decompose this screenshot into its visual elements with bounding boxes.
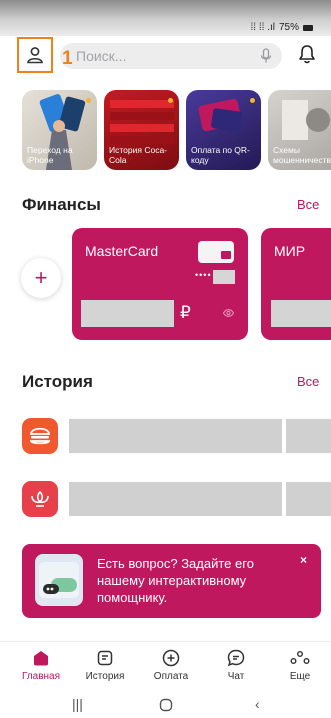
stories-carousel[interactable]: Переход на iPhone История Coca-Cola Опла… xyxy=(22,90,331,170)
story-caption: Схемы мошенничества xyxy=(273,145,331,165)
annotation-number: 1 xyxy=(62,48,73,69)
tab-home[interactable]: Главная xyxy=(11,648,71,682)
burger-icon xyxy=(30,427,50,445)
status-bar: ⁞⁞ ⁞⁞ .ıl 75% xyxy=(0,0,331,36)
card-number-mask: •••• xyxy=(195,270,212,280)
tab-history[interactable]: История xyxy=(75,648,135,682)
card-name: MasterCard xyxy=(85,243,159,259)
history-icon xyxy=(97,650,113,666)
add-card-button[interactable]: + xyxy=(21,258,61,298)
chat-icon xyxy=(227,649,245,667)
system-nav-bar: ||| ‹ xyxy=(0,689,331,718)
story-caption: Оплата по QR-коду xyxy=(191,145,250,165)
tab-label: Главная xyxy=(21,671,61,682)
plus-icon: + xyxy=(34,265,48,290)
finance-all-link[interactable]: Все xyxy=(297,197,319,212)
story-qr-payment[interactable]: Оплата по QR-коду xyxy=(186,90,261,170)
story-fraud-schemes[interactable]: Схемы мошенничества xyxy=(268,90,331,170)
card-name: МИР xyxy=(274,243,306,259)
history-item-amount-hidden xyxy=(286,419,331,453)
merchant-icon xyxy=(22,481,58,517)
tab-label: Еще xyxy=(289,671,311,682)
card-balance-hidden xyxy=(81,300,174,327)
tab-label: Оплата xyxy=(153,671,189,682)
mic-icon[interactable] xyxy=(260,48,272,64)
history-item-details-hidden xyxy=(69,482,282,516)
signal-icon: ⁞⁞ ⁞⁞ .ıl xyxy=(250,22,275,33)
search-input[interactable] xyxy=(76,43,256,69)
new-indicator xyxy=(168,98,173,103)
home-icon xyxy=(34,651,48,666)
story-coca-cola[interactable]: История Coca-Cola xyxy=(104,90,179,170)
banner-text: Есть вопрос? Задайте его нашему интеракт… xyxy=(97,556,254,605)
header: 1 xyxy=(0,36,331,76)
mastercard-card[interactable]: MasterCard •••• ₽ xyxy=(72,228,248,340)
search-bar[interactable] xyxy=(60,43,282,69)
history-row[interactable] xyxy=(22,418,331,454)
eye-icon[interactable] xyxy=(223,309,234,317)
tab-more[interactable]: Еще xyxy=(270,648,330,682)
merchant-icon xyxy=(22,418,58,454)
user-icon xyxy=(27,47,43,64)
tab-label: Чат xyxy=(227,671,245,682)
history-row[interactable] xyxy=(22,481,331,517)
recent-apps-icon[interactable]: ||| xyxy=(72,696,83,712)
history-all-link[interactable]: Все xyxy=(297,374,319,389)
card-chip-icon xyxy=(198,241,234,263)
assistant-image xyxy=(35,554,83,606)
lotus-icon xyxy=(31,490,49,507)
close-icon[interactable]: × xyxy=(300,553,307,567)
finance-title: Финансы xyxy=(22,195,101,214)
more-icon xyxy=(290,651,310,664)
battery-level: 75% xyxy=(278,22,299,33)
mir-card[interactable]: МИР xyxy=(261,228,331,340)
chat-bubble-icon xyxy=(39,562,79,598)
payment-icon xyxy=(162,649,180,667)
tab-label: История xyxy=(85,671,125,682)
battery-icon xyxy=(303,24,313,31)
new-indicator xyxy=(250,98,255,103)
story-caption: История Coca-Cola xyxy=(109,145,167,165)
home-button-icon[interactable] xyxy=(159,698,173,712)
history-title: История xyxy=(22,372,93,391)
bell-icon[interactable] xyxy=(298,44,316,64)
assistant-banner[interactable]: Есть вопрос? Задайте его нашему интеракт… xyxy=(22,544,321,618)
tab-payment[interactable]: Оплата xyxy=(141,648,201,682)
new-indicator xyxy=(86,98,91,103)
tab-chat[interactable]: Чат xyxy=(206,648,266,682)
status-icons: ⁞⁞ ⁞⁞ .ıl 75% xyxy=(251,22,313,33)
story-iphone[interactable]: Переход на iPhone xyxy=(22,90,97,170)
card-balance-hidden xyxy=(271,300,331,327)
history-item-amount-hidden xyxy=(286,482,331,516)
story-caption: Переход на iPhone xyxy=(27,145,73,165)
card-number-hidden xyxy=(213,270,235,284)
history-item-details-hidden xyxy=(69,419,282,453)
profile-button[interactable] xyxy=(17,37,53,73)
back-icon[interactable]: ‹ xyxy=(255,696,260,712)
card-currency: ₽ xyxy=(180,303,191,322)
bottom-tab-bar: Главная История Оплата Чат Еще xyxy=(0,641,331,689)
